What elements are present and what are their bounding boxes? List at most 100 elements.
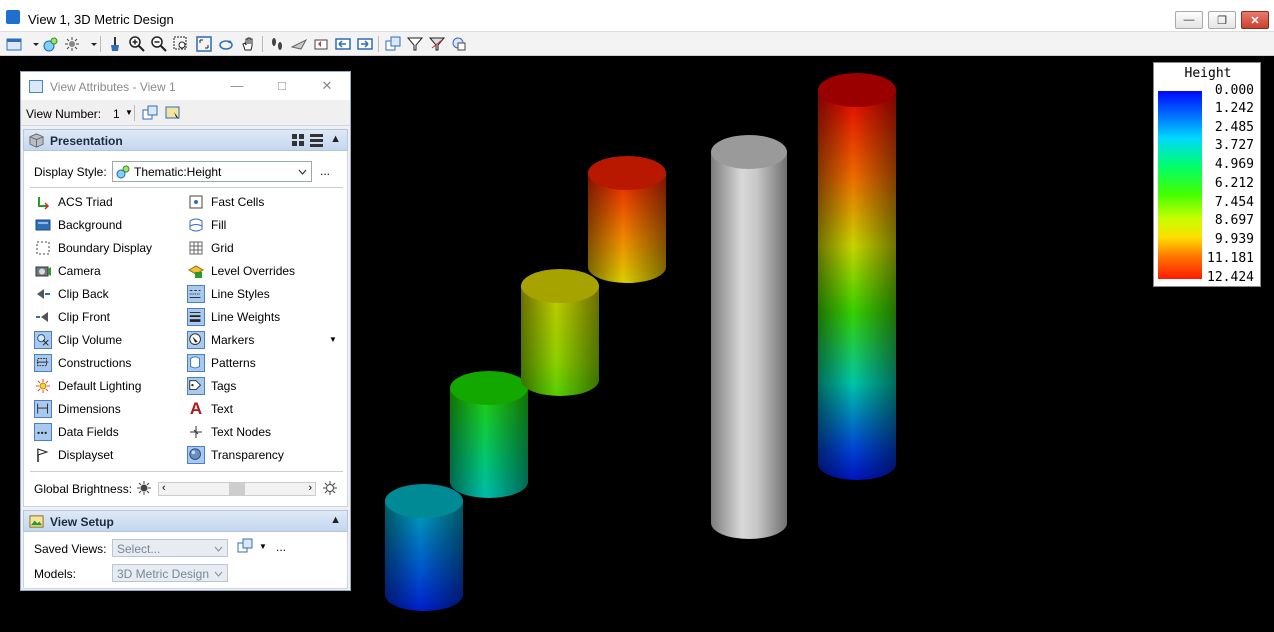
attr-label: Camera [58,264,101,278]
dialog-minimize-button[interactable]: — [226,77,248,95]
list-view-icon[interactable] [310,134,323,147]
presentation-collapse-icon[interactable]: ▲ [330,133,341,145]
view-setup-collapse-icon[interactable]: ▲ [330,514,341,526]
attr-label: Boundary Display [58,241,153,255]
walk-icon[interactable] [269,36,285,52]
save-view-dropdown-icon[interactable]: ▼ [259,542,267,551]
dialog-close-button[interactable]: ✕ [316,77,338,95]
display-style-more-button[interactable]: ... [320,164,330,178]
minimize-button[interactable]: — [1175,11,1203,29]
copy-view-icon[interactable] [385,36,401,52]
view-setup-header[interactable]: View Setup ▲ [23,510,348,532]
rotate-view-icon[interactable] [218,36,234,52]
view-attributes-icon[interactable] [6,36,22,52]
attr-label: Fast Cells [211,195,265,209]
view-number-caret-icon[interactable]: ▼ [125,108,133,117]
attr-label: Tags [211,379,237,393]
models-select[interactable]: 3D Metric Design [112,564,228,582]
previous-icon[interactable] [335,36,351,52]
cylinder-4[interactable] [588,156,666,284]
zoom-in-icon[interactable] [129,36,145,52]
display-style-label: Display Style: [34,165,107,179]
text-icon: A [189,399,203,418]
divider [30,471,343,472]
displayset-icon [34,446,52,464]
display-style-select[interactable]: Thematic:Height [112,161,312,182]
cylinder-3[interactable] [521,269,599,397]
dimensions-icon [34,400,52,418]
attr-label: Displayset [58,448,114,462]
legend-value: 8.697 [1214,213,1254,228]
fly-icon[interactable] [291,36,307,52]
lighting-dropdown-icon[interactable] [86,36,97,52]
display-style-icon[interactable] [43,36,59,52]
display-style-value: Thematic:Height [134,165,222,179]
copy-attributes-icon[interactable] [142,105,158,121]
apply-attributes-icon[interactable] [165,105,181,121]
restore-button[interactable]: ❐ [1208,11,1236,29]
global-brightness-slider[interactable]: ‹ › [158,482,316,496]
lighting-icon[interactable] [64,36,80,52]
view-number-select[interactable]: 1 [113,107,120,121]
saved-views-label: Saved Views: [34,542,107,556]
line-styles-icon [187,285,205,303]
dialog-titlebar[interactable]: View Attributes - View 1 — □ ✕ [21,72,350,100]
markers-dropdown-icon[interactable]: ▼ [329,335,337,344]
saved-views-select[interactable]: Select... [112,539,228,557]
legend-value: 2.485 [1214,120,1254,135]
dark-sun-icon [136,480,152,496]
attr-label: Default Lighting [58,379,142,393]
view-attributes-dropdown-icon[interactable] [28,36,39,52]
view-setup-icon [29,514,44,529]
next-icon[interactable] [357,36,373,52]
fill-icon [187,216,205,234]
section-icon[interactable] [451,36,467,52]
slider-thumb[interactable] [229,483,245,495]
fit-view-icon[interactable] [196,36,212,52]
attr-label: Clip Front [58,310,111,324]
markers-icon [187,331,205,349]
presentation-body: Display Style: Thematic:Height ... ACS T… [23,151,348,507]
attr-label: Constructions [58,356,132,370]
legend-value: 7.454 [1214,195,1254,210]
pan-view-icon[interactable] [240,36,256,52]
divider [30,187,343,188]
presentation-header[interactable]: Presentation ▲ [23,129,348,151]
attr-label: Line Weights [211,310,281,324]
clip-volume-toolbar-icon[interactable] [407,36,423,52]
tile-view-icon[interactable] [292,134,305,147]
cylinder-1[interactable] [385,484,463,612]
slider-left-arrow-icon[interactable]: ‹ [162,482,166,494]
close-button[interactable]: ✕ [1241,11,1269,29]
global-brightness-label: Global Brightness: [34,482,133,496]
save-view-icon[interactable] [237,538,253,554]
clip-volume-icon [34,331,52,349]
grey-cylinder[interactable] [711,135,787,540]
attr-label: Clip Volume [58,333,123,347]
acs-triad-icon [34,193,52,211]
zoom-out-icon[interactable] [151,36,167,52]
tall-cylinder[interactable] [818,73,896,481]
attr-label: Grid [211,241,234,255]
legend-value: 1.242 [1214,101,1254,116]
dialog-maximize-button[interactable]: □ [271,77,293,95]
chevron-down-icon [214,543,223,552]
boundary-display-icon [34,239,52,257]
legend-value: 9.939 [1214,232,1254,247]
chevron-down-icon [214,568,223,577]
attr-label: Text Nodes [211,425,272,439]
clip-mask-icon[interactable] [429,36,445,52]
legend-value: 4.969 [1214,157,1254,172]
data-fields-icon [34,423,52,441]
height-legend: Height 0.000 1.242 2.485 3.727 4.969 6.2… [1153,62,1261,287]
legend-value: 3.727 [1214,138,1254,153]
slider-right-arrow-icon[interactable]: › [308,482,312,494]
view-previous-icon[interactable] [313,36,329,52]
update-view-icon[interactable] [107,36,123,52]
cylinder-2[interactable] [450,371,528,499]
attr-label: Data Fields [58,425,119,439]
window-area-icon[interactable] [173,36,189,52]
models-value: 3D Metric Design [117,567,210,581]
display-style-value-icon [116,165,130,179]
saved-views-more-button[interactable]: ... [276,540,286,554]
